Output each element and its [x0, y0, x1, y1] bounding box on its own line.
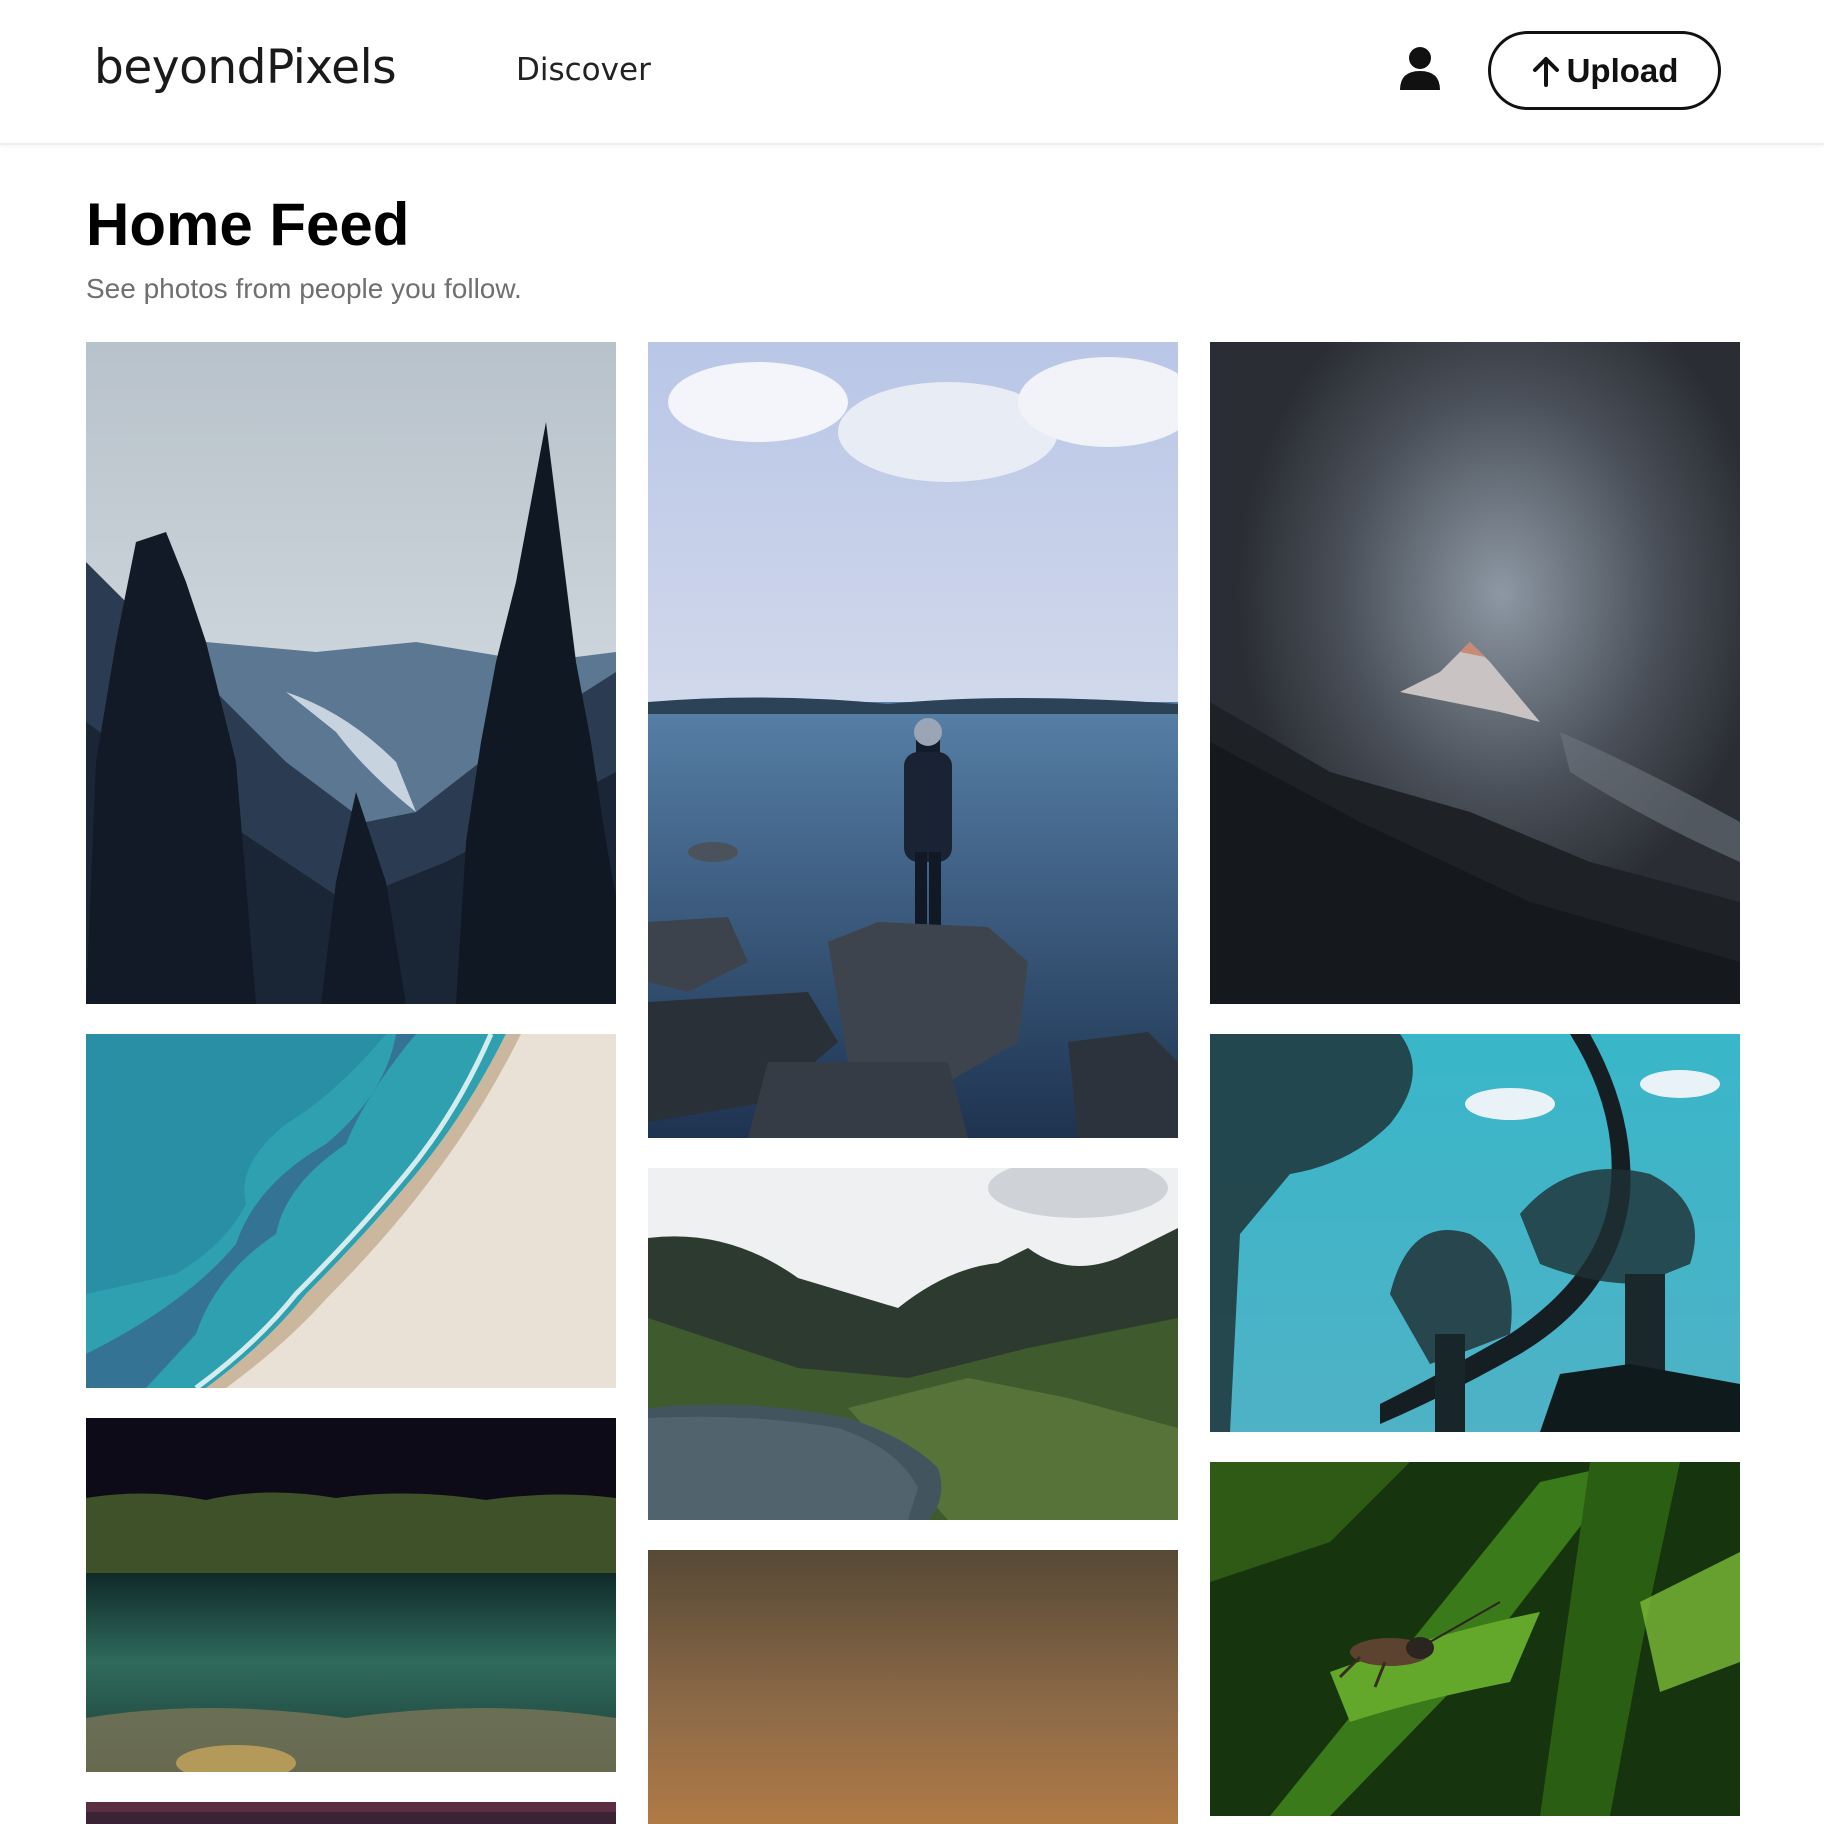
feed-photo-dark-mountain[interactable]	[1210, 342, 1740, 1004]
upload-label: Upload	[1566, 51, 1679, 89]
page-subtitle: See photos from people you follow.	[86, 273, 522, 304]
brand-logo[interactable]: beyondPixels	[94, 40, 397, 95]
upload-button[interactable]: Upload	[1488, 31, 1721, 110]
feed-photo-forest-valley[interactable]	[86, 342, 616, 1004]
feed-photo-person-lake[interactable]	[648, 342, 1178, 1138]
feed-photo-supertrees[interactable]	[1210, 1034, 1740, 1432]
feed-photo-partial[interactable]	[86, 1802, 616, 1824]
feed-photo-sunset-gradient[interactable]	[648, 1550, 1178, 1824]
page-title: Home Feed	[86, 191, 410, 258]
arrow-up-icon	[1532, 56, 1559, 87]
nav-discover-link[interactable]: Discover	[516, 52, 651, 88]
top-navigation-bar: beyondPixels Discover Upload	[0, 0, 1824, 145]
feed-photo-mountain-lake[interactable]	[648, 1168, 1178, 1520]
user-icon[interactable]	[1398, 46, 1442, 92]
feed-photo-night-lake[interactable]	[86, 1418, 616, 1772]
feed-photo-grasshopper[interactable]	[1210, 1462, 1740, 1816]
feed-photo-beach-aerial[interactable]	[86, 1034, 616, 1388]
